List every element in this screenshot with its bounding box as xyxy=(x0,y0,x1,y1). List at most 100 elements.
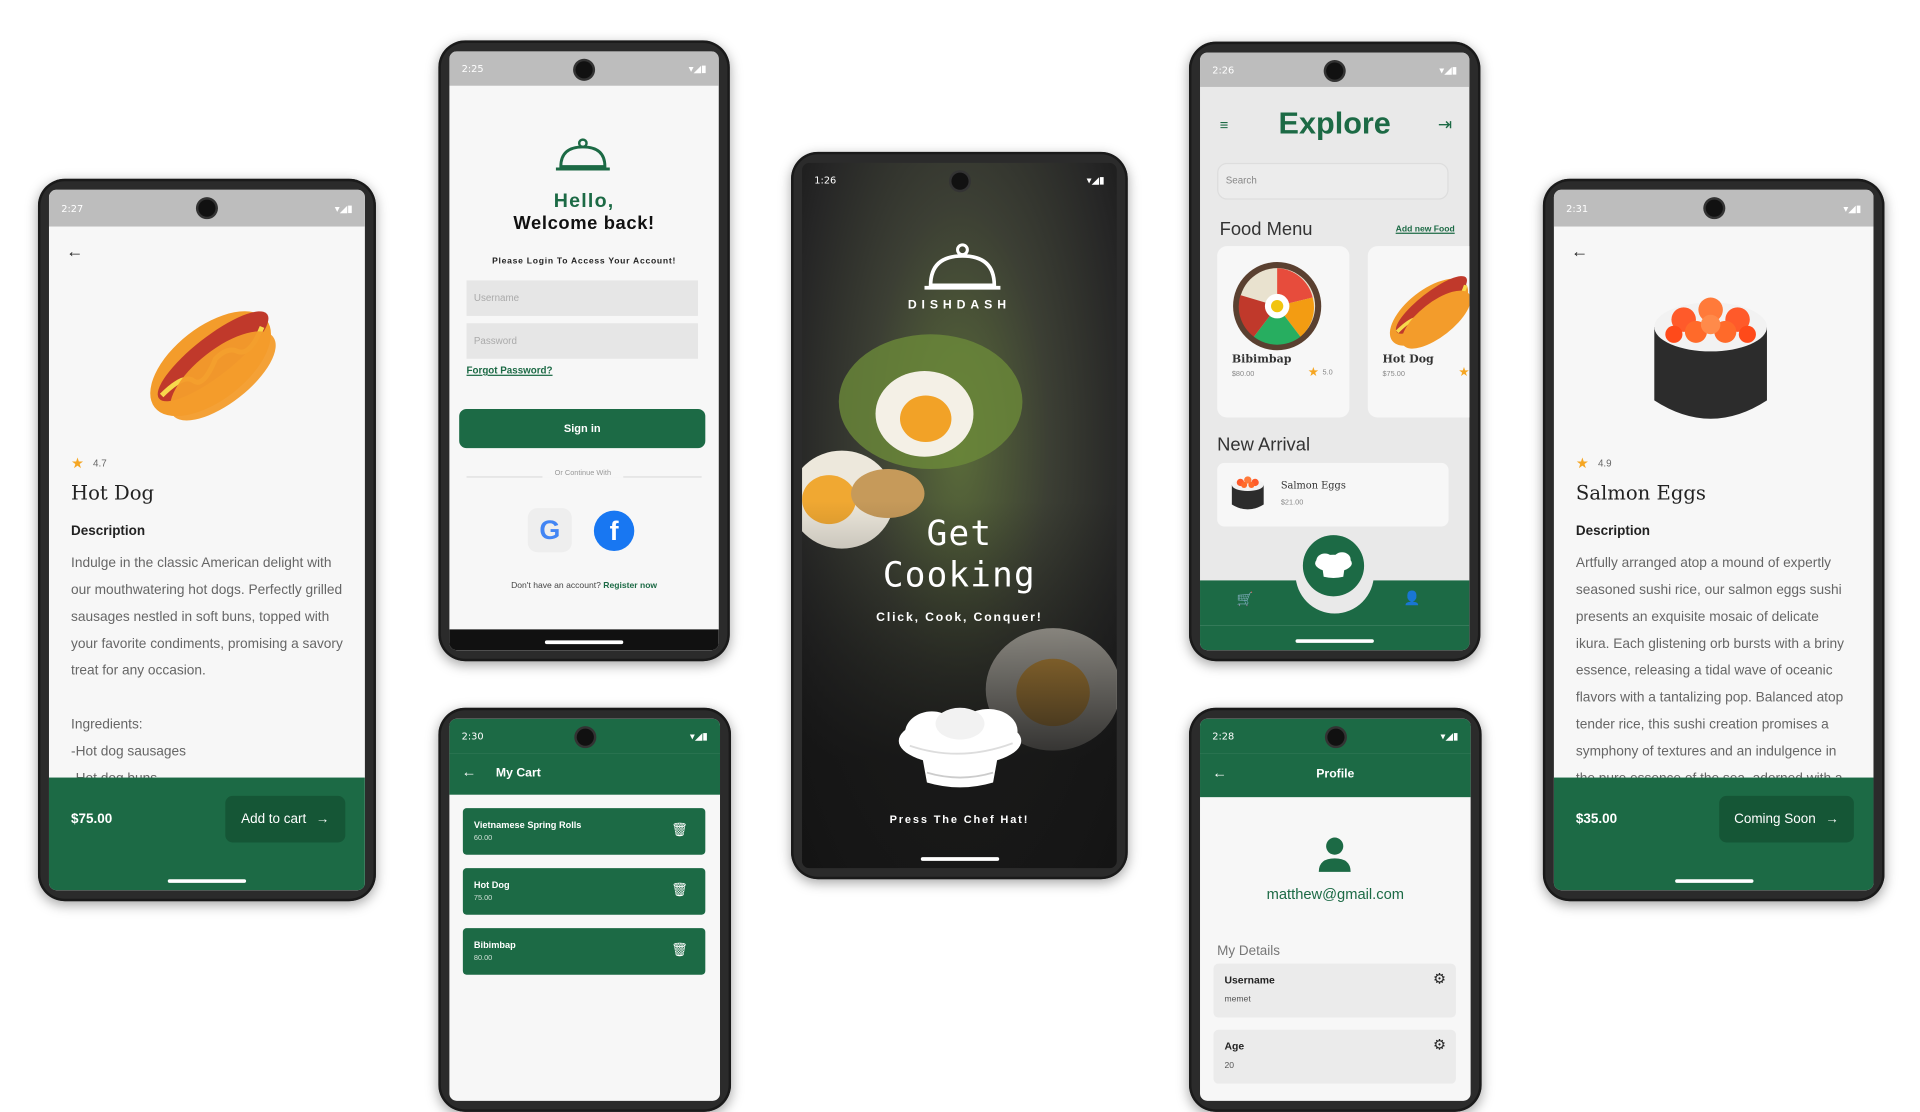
back-arrow-icon[interactable]: ← xyxy=(66,241,83,261)
home-indicator xyxy=(544,640,624,645)
food-card-name: Hot Dog xyxy=(1382,353,1434,367)
price-label: $75.00 xyxy=(71,811,113,827)
screen-splash: 1:26 ▾◢▮ DISHDASH Get Cooking Click, Coo… xyxy=(802,162,1117,869)
app-bar: ← Profile xyxy=(1200,753,1471,798)
phone-explore: 2:26 ▾◢▮ ≡ Explore ⇥ Search Food Menu Ad… xyxy=(1188,41,1481,662)
description-line: presents an exquisite mosaic of delicate xyxy=(1575,609,1819,625)
trash-icon[interactable]: 🗑 xyxy=(671,942,688,958)
new-arrival-heading: New Arrival xyxy=(1217,434,1311,456)
add-to-cart-button[interactable]: Add to cart → xyxy=(225,795,346,843)
description-line: ikura. Each glistening orb bursts with a… xyxy=(1575,636,1844,652)
status-icons: ▾◢▮ xyxy=(689,730,708,742)
welcome-heading: Welcome back! xyxy=(513,213,655,234)
cart-item[interactable]: Hot Dog 75.00 🗑 xyxy=(462,868,706,915)
cart-item-name: Hot Dog xyxy=(473,879,510,891)
cart-item-price: 80.00 xyxy=(473,955,493,963)
explore-title: Explore xyxy=(1278,106,1391,141)
hello-heading: Hello, xyxy=(553,191,615,212)
arrow-right-icon: → xyxy=(316,811,330,827)
app-bar: ← My Cart xyxy=(449,753,721,795)
register-link[interactable]: Register now xyxy=(603,582,657,591)
username-input[interactable]: Username xyxy=(466,280,698,316)
back-arrow-icon[interactable]: ← xyxy=(1571,241,1588,261)
settings-gear-icon[interactable]: ⚙ xyxy=(1433,1036,1446,1053)
google-icon: G xyxy=(539,514,561,545)
search-input[interactable]: Search xyxy=(1217,162,1449,200)
add-new-food-link[interactable]: Add new Food xyxy=(1396,225,1455,234)
camera xyxy=(1705,199,1723,217)
phone-salmon-detail: 2:31 ▾◢▮ ← ★ 4.9 Salmon Eggs Description xyxy=(1542,178,1885,902)
salmon-eggs-image xyxy=(1654,297,1767,419)
cloche-logo-icon xyxy=(924,243,1001,290)
coming-soon-button[interactable]: Coming Soon → xyxy=(1719,795,1854,843)
status-icons: ▾◢▮ xyxy=(1086,174,1105,186)
phone-profile: 2:28 ▾◢▮ ← Profile matthew@gmail.com My … xyxy=(1188,707,1482,1112)
detail-card: Username memet ⚙ xyxy=(1213,963,1456,1018)
description-text: Artfully arranged atop a mound of expert… xyxy=(1576,550,1844,792)
trash-icon[interactable]: 🗑 xyxy=(671,882,688,898)
no-account-text: Don't have an account? xyxy=(511,581,601,591)
camera xyxy=(950,172,968,190)
facebook-login-button[interactable]: f xyxy=(593,510,635,552)
status-icons: ▾◢▮ xyxy=(1440,730,1459,742)
back-arrow-icon[interactable]: ← xyxy=(462,763,477,780)
logout-icon[interactable]: ⇥ xyxy=(1438,114,1452,135)
profile-icon[interactable]: 👤 xyxy=(1404,590,1421,606)
description-line: your favorite condiments, promising a sa… xyxy=(71,636,343,652)
ingredients-heading: Ingredients: xyxy=(71,717,143,733)
trash-icon[interactable]: 🗑 xyxy=(671,822,688,838)
profile-title: Profile xyxy=(1316,767,1355,782)
chef-hat-button[interactable] xyxy=(895,707,1025,795)
status-time: 1:26 xyxy=(814,174,837,186)
detail-card: Age 20 ⚙ xyxy=(1213,1029,1456,1084)
bottom-nav-area xyxy=(1200,625,1470,651)
google-login-button[interactable]: G xyxy=(527,508,572,553)
food-card-price: $75.00 xyxy=(1382,371,1405,379)
price-label: $35.00 xyxy=(1575,811,1618,827)
cart-title: My Cart xyxy=(495,766,541,781)
detail-value: 20 xyxy=(1224,1061,1235,1071)
password-input[interactable]: Password xyxy=(466,323,698,359)
description-line: flavors with a tantalizing pop. Balanced… xyxy=(1575,690,1844,706)
phone-hotdog-detail: 2:27 ▾◢▮ ← ★ 4.7 Hot Dog Description Ind… xyxy=(37,178,376,902)
camera xyxy=(198,199,216,217)
food-card[interactable]: Hot Dog $75.00 ★ xyxy=(1367,246,1470,418)
cart-item[interactable]: Bibimbap 80.00 🗑 xyxy=(462,928,706,975)
rating-star-icon: ★ xyxy=(1307,366,1319,380)
forgot-password-link[interactable]: Forgot Password? xyxy=(467,365,553,376)
description-line: tender rice, this sushi creation promise… xyxy=(1575,717,1829,733)
status-icons: ▾◢▮ xyxy=(688,63,707,75)
screen-profile: 2:28 ▾◢▮ ← Profile matthew@gmail.com My … xyxy=(1200,718,1471,1101)
cart-item[interactable]: Vietnamese Spring Rolls 60.00 🗑 xyxy=(462,808,706,855)
home-indicator xyxy=(167,879,247,883)
arrow-right-icon: → xyxy=(1825,811,1839,827)
ingredient-item: -Hot dog sausages xyxy=(71,744,187,760)
status-time: 2:30 xyxy=(461,730,484,742)
home-indicator xyxy=(920,857,999,861)
food-card[interactable]: Bibimbap $80.00 ★ 5.0 xyxy=(1217,246,1350,418)
cart-item-name: Bibimbap xyxy=(473,939,516,951)
headline-cooking: Cooking xyxy=(882,554,1036,596)
chef-hat-icon xyxy=(1315,552,1352,578)
rating-value: 4.7 xyxy=(93,457,107,469)
register-prompt: Don't have an account? Register now xyxy=(449,582,718,591)
cart-icon[interactable]: 🛒 xyxy=(1237,591,1254,608)
description-heading: Description xyxy=(71,524,146,539)
status-time: 2:26 xyxy=(1212,64,1235,76)
user-avatar-icon xyxy=(1318,837,1351,872)
home-indicator xyxy=(1295,639,1374,643)
sign-in-button[interactable]: Sign in xyxy=(459,408,706,449)
phone-login: 2:25 ▾◢▮ Hello, Welcome back! Please Log… xyxy=(438,40,730,662)
food-title: Hot Dog xyxy=(71,481,155,505)
my-details-heading: My Details xyxy=(1217,944,1281,959)
settings-gear-icon[interactable]: ⚙ xyxy=(1433,970,1446,987)
detail-label: Username xyxy=(1224,973,1275,986)
description-line: our mouthwatering hot dogs. Perfectly gr… xyxy=(71,582,343,598)
coming-soon-label: Coming Soon xyxy=(1734,811,1816,827)
arrival-card[interactable]: Salmon Eggs $21.00 xyxy=(1217,462,1449,527)
facebook-icon: f xyxy=(609,514,619,546)
add-to-cart-label: Add to cart xyxy=(241,811,307,827)
food-menu-heading: Food Menu xyxy=(1219,219,1313,241)
rating-value: 4.9 xyxy=(1597,457,1612,469)
chef-hat-fab[interactable] xyxy=(1302,535,1365,597)
